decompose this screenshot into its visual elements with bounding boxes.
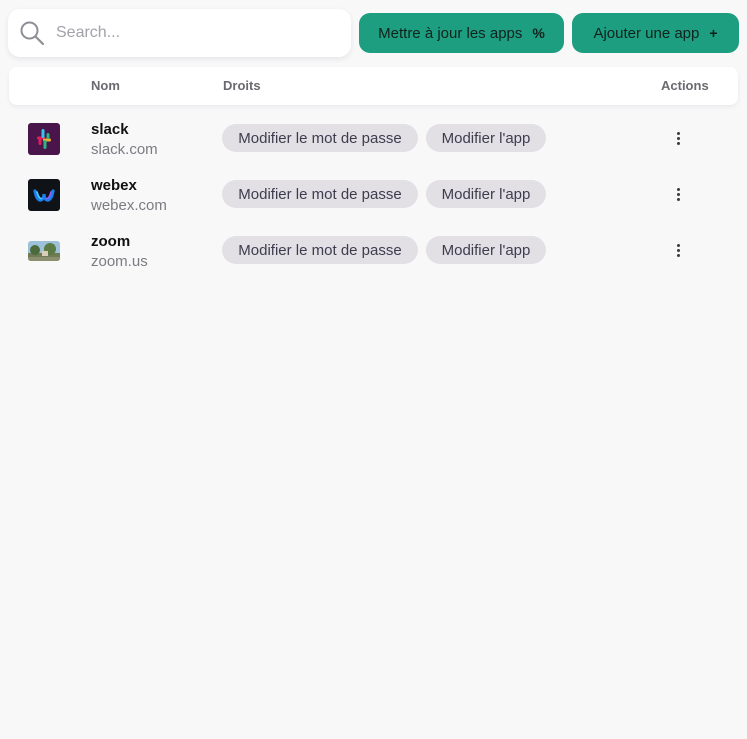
update-apps-button[interactable]: Mettre à jour les apps %	[359, 13, 564, 53]
right-tag-edit-app[interactable]: Modifier l'app	[426, 180, 546, 208]
add-app-label: Ajouter une app	[593, 24, 700, 42]
table-row[interactable]: slack slack.com Modifier le mot de passe…	[0, 119, 747, 175]
column-header-actions: Actions	[661, 78, 709, 93]
slack-logo-icon	[28, 123, 60, 155]
app-domain: webex.com	[91, 197, 167, 214]
right-tag-change-password[interactable]: Modifier le mot de passe	[222, 124, 418, 152]
right-tag-change-password[interactable]: Modifier le mot de passe	[222, 236, 418, 264]
update-apps-label: Mettre à jour les apps	[378, 24, 523, 42]
row-actions-menu-icon[interactable]	[668, 126, 688, 150]
add-app-button[interactable]: Ajouter une app +	[572, 13, 739, 53]
percent-icon: %	[532, 25, 545, 41]
app-domain: slack.com	[91, 141, 158, 158]
toolbar: Mettre à jour les apps % Ajouter une app…	[0, 0, 747, 66]
right-tag-change-password[interactable]: Modifier le mot de passe	[222, 180, 418, 208]
search-input[interactable]	[56, 17, 341, 49]
table-row[interactable]: webex webex.com Modifier le mot de passe…	[0, 175, 747, 231]
app-name: zoom	[91, 233, 131, 250]
row-actions-menu-icon[interactable]	[668, 238, 688, 262]
app-name: slack	[91, 121, 129, 138]
search-icon	[20, 21, 45, 46]
right-tag-edit-app[interactable]: Modifier l'app	[426, 236, 546, 264]
app-name: webex	[91, 177, 137, 194]
zoom-thumbnail-icon	[28, 241, 60, 261]
webex-logo-icon	[28, 179, 60, 211]
app-domain: zoom.us	[91, 253, 148, 270]
right-tag-edit-app[interactable]: Modifier l'app	[426, 124, 546, 152]
search-box[interactable]	[8, 9, 351, 57]
table-row[interactable]: zoom zoom.us Modifier le mot de passe Mo…	[0, 231, 747, 287]
column-header-rights[interactable]: Droits	[223, 78, 261, 93]
row-actions-menu-icon[interactable]	[668, 182, 688, 206]
table-header: Nom Droits Actions	[9, 67, 738, 105]
column-header-name[interactable]: Nom	[91, 78, 120, 93]
plus-icon: +	[709, 25, 718, 41]
